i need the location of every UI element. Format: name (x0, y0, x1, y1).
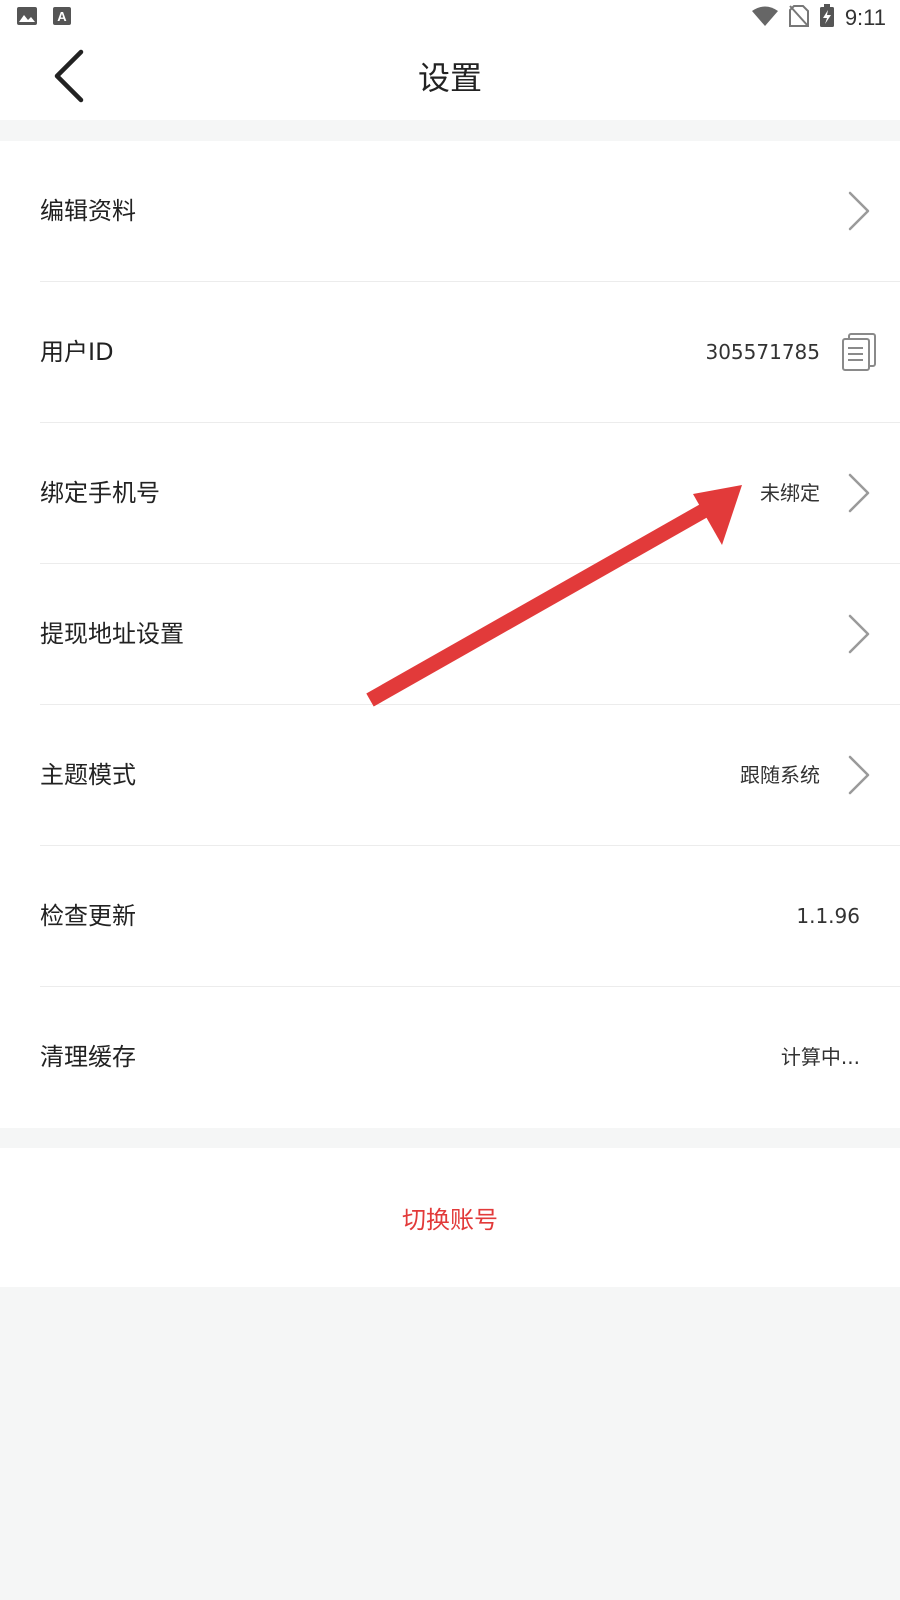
settings-row-check-update[interactable]: 检查更新 1.1.96 (0, 846, 900, 987)
settings-row-withdraw-address[interactable]: 提现地址设置 (0, 564, 900, 705)
row-label: 编辑资料 (40, 197, 136, 225)
chevron-right-icon (836, 612, 876, 656)
no-sim-icon (788, 5, 809, 31)
status-time: 9:11 (844, 5, 886, 30)
settings-screen: A 9:11 设置 编辑资料 用户ID 305571785 绑定手机号 未绑定 … (0, 0, 900, 1600)
row-label: 绑定手机号 (40, 479, 160, 507)
theme-mode-value: 跟随系统 (740, 763, 820, 787)
copy-icon[interactable] (840, 332, 878, 372)
app-header: 设置 (0, 36, 900, 120)
svg-text:A: A (57, 9, 67, 24)
status-bar-left: A (16, 0, 72, 36)
version-value: 1.1.96 (796, 904, 860, 928)
settings-list: 编辑资料 用户ID 305571785 绑定手机号 未绑定 提现地址设置 主题模… (0, 141, 900, 1128)
page-title: 设置 (417, 59, 482, 97)
switch-account-label: 切换账号 (402, 1206, 498, 1234)
row-label: 主题模式 (40, 761, 136, 789)
cache-size-value: 计算中... (780, 1045, 860, 1069)
status-bar-right: 9:11 (751, 0, 886, 36)
chevron-right-icon (836, 471, 876, 515)
status-bar: A 9:11 (0, 0, 900, 36)
row-label: 检查更新 (40, 902, 136, 930)
user-id-value: 305571785 (705, 340, 820, 364)
settings-row-user-id: 用户ID 305571785 (0, 282, 900, 423)
row-label: 提现地址设置 (40, 620, 184, 648)
chevron-right-icon (836, 189, 876, 233)
text-a-icon: A (52, 6, 72, 30)
battery-charging-icon (819, 4, 835, 32)
settings-row-clear-cache[interactable]: 清理缓存 计算中... (0, 987, 900, 1128)
gallery-icon (16, 6, 38, 30)
switch-account-button[interactable]: 切换账号 (0, 1148, 900, 1287)
bind-phone-status: 未绑定 (760, 481, 820, 505)
settings-row-theme-mode[interactable]: 主题模式 跟随系统 (0, 705, 900, 846)
chevron-right-icon (836, 753, 876, 797)
row-label: 清理缓存 (40, 1043, 136, 1071)
settings-row-bind-phone[interactable]: 绑定手机号 未绑定 (0, 423, 900, 564)
wifi-icon (751, 5, 779, 31)
row-label: 用户ID (40, 338, 114, 366)
settings-row-edit-profile[interactable]: 编辑资料 (0, 141, 900, 282)
